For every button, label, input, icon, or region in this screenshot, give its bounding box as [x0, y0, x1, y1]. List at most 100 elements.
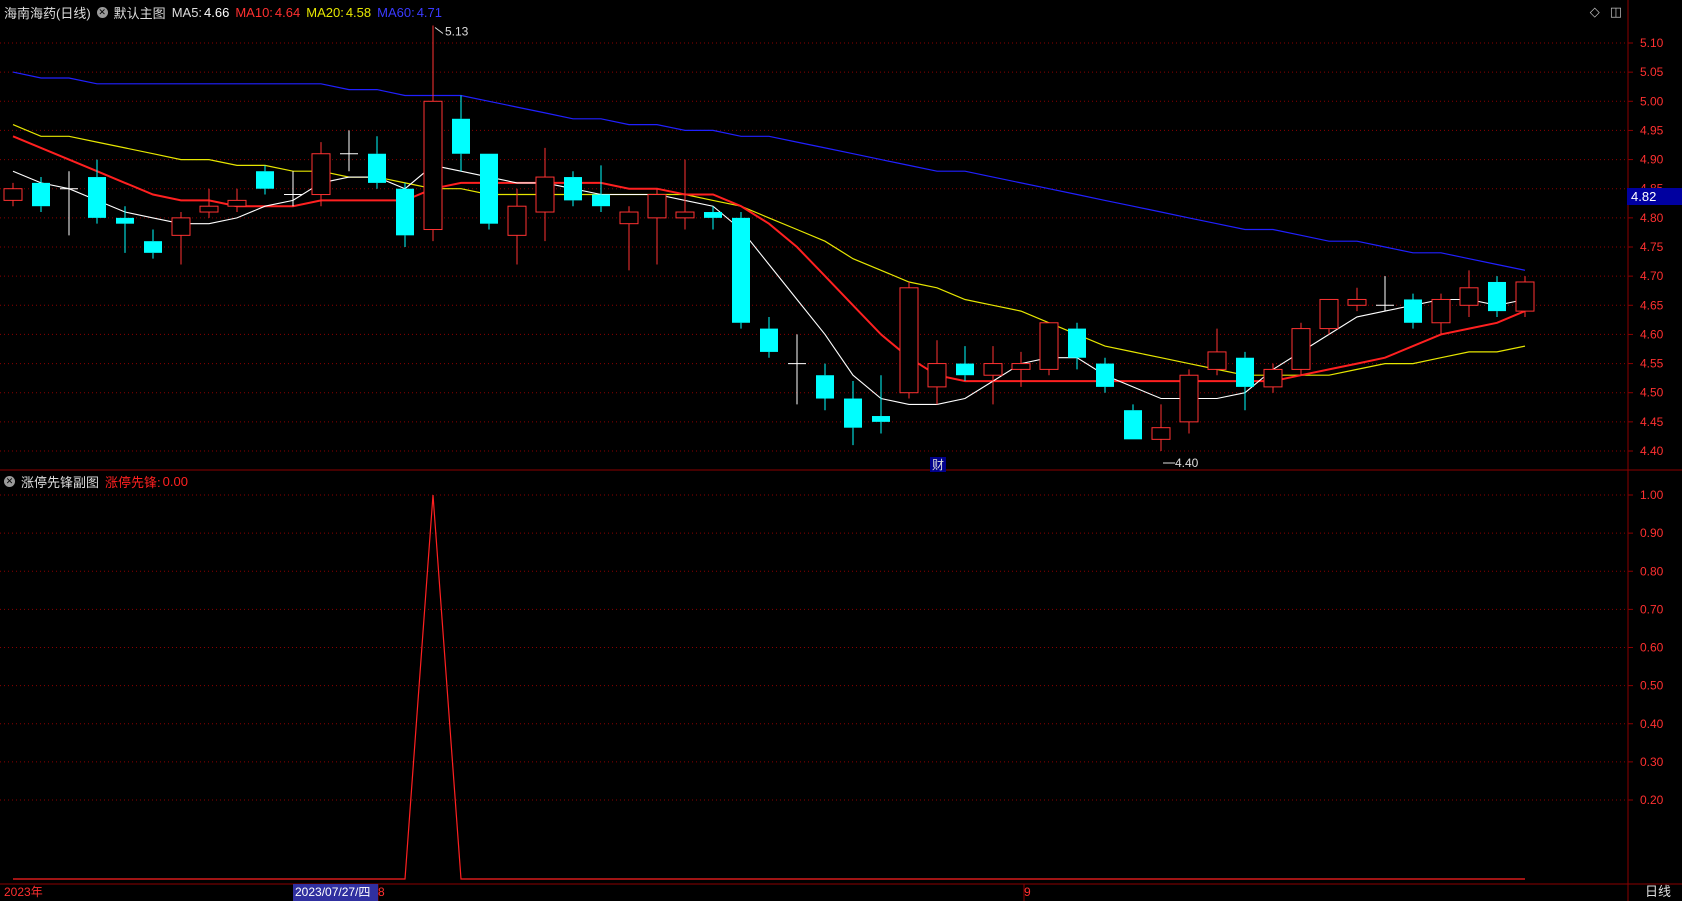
y-tick-label: 0.60 — [1640, 641, 1664, 655]
candle-body — [1151, 427, 1171, 440]
candle-body — [32, 182, 50, 207]
candle — [1039, 322, 1059, 376]
candle — [732, 212, 750, 329]
candle — [1488, 276, 1506, 317]
candle — [1376, 276, 1394, 312]
y-tick-label: 4.50 — [1640, 386, 1664, 400]
y-tick-label: 5.00 — [1640, 94, 1664, 108]
candle — [816, 363, 834, 411]
candle-body — [1096, 363, 1114, 387]
candle-body — [1263, 368, 1283, 388]
candle — [760, 316, 778, 358]
candle-body — [1488, 281, 1506, 312]
candle-body — [535, 176, 555, 213]
ma60-line — [12, 71, 1526, 271]
candle-body — [1459, 287, 1479, 306]
candle — [788, 334, 806, 405]
y-tick-label: 4.60 — [1640, 327, 1664, 341]
candle — [480, 153, 498, 230]
candle — [1319, 298, 1339, 335]
candle-body — [704, 212, 722, 218]
candle — [1151, 404, 1171, 451]
y-tick-label: 4.45 — [1640, 415, 1664, 429]
candle-body — [1291, 328, 1311, 370]
candle-body — [452, 118, 470, 154]
y-tick-label: 0.90 — [1640, 526, 1664, 540]
limit-up-indicator-line — [13, 494, 1525, 880]
stock-chart[interactable]: 5.105.055.004.954.904.854.804.754.704.65… — [0, 0, 1682, 901]
candle-body — [564, 177, 582, 201]
candle — [592, 165, 610, 213]
candle — [564, 171, 582, 207]
candle — [423, 25, 443, 242]
year-label: 2023年 — [4, 885, 43, 899]
candle — [535, 147, 555, 242]
candle-body — [171, 217, 191, 236]
candle-body — [1068, 328, 1086, 358]
candle — [983, 346, 1003, 405]
candle-body — [256, 171, 274, 189]
y-tick-label: 0.30 — [1640, 755, 1664, 769]
candle — [368, 136, 386, 189]
candle-body — [507, 205, 527, 236]
candle-body — [956, 363, 974, 376]
candle — [452, 95, 470, 172]
candle-body — [1039, 322, 1059, 370]
candle — [171, 212, 191, 265]
candle-body — [423, 100, 443, 231]
candle-body — [1011, 363, 1031, 370]
candle — [1068, 322, 1086, 370]
candle — [32, 177, 50, 213]
candle-body — [1404, 299, 1422, 323]
candle-body — [844, 398, 862, 428]
candle — [1236, 351, 1254, 411]
candle-body — [368, 153, 386, 183]
candle — [1263, 363, 1283, 393]
y-tick-label: 4.40 — [1640, 444, 1664, 458]
candle — [1207, 328, 1227, 376]
y-tick-label: 4.95 — [1640, 123, 1664, 137]
y-tick-label: 4.65 — [1640, 298, 1664, 312]
high-arrow — [434, 27, 444, 34]
candle-body — [480, 153, 498, 224]
candle-body — [1431, 298, 1451, 324]
candle-body — [983, 363, 1003, 376]
y-tick-label: 5.10 — [1640, 36, 1664, 50]
y-tick-label: 0.20 — [1640, 793, 1664, 807]
y-tick-label: 0.40 — [1640, 717, 1664, 731]
candle — [1431, 293, 1451, 335]
y-tick-label: 4.75 — [1640, 240, 1664, 254]
candle — [647, 188, 667, 265]
y-tick-label: 4.80 — [1640, 211, 1664, 225]
candle-body — [3, 188, 23, 201]
candle-body — [1515, 281, 1535, 312]
candle-body — [732, 217, 750, 323]
candle-body — [1124, 410, 1142, 440]
candle — [227, 188, 247, 213]
y-tick-label: 0.70 — [1640, 602, 1664, 616]
y-tick-label: 0.50 — [1640, 679, 1664, 693]
candle — [1179, 369, 1199, 434]
month-label-9: 9 — [1024, 885, 1031, 899]
period-button[interactable]: 日线 — [1645, 884, 1671, 899]
candle-body — [816, 375, 834, 399]
candle-body — [872, 416, 890, 422]
candle-body — [647, 194, 667, 219]
candle-body — [396, 188, 414, 236]
candle-body — [899, 287, 919, 394]
candle — [144, 229, 162, 259]
candle — [1124, 404, 1142, 440]
current-price-tag: 4.82 — [1631, 189, 1656, 204]
candle — [899, 281, 919, 399]
y-tick-label: 4.55 — [1640, 357, 1664, 371]
candle — [619, 206, 639, 271]
candle — [340, 130, 358, 172]
candle-body — [927, 363, 947, 388]
candle-body — [199, 205, 219, 213]
y-tick-label: 4.90 — [1640, 153, 1664, 167]
y-tick-label: 4.70 — [1640, 269, 1664, 283]
candle — [956, 346, 974, 382]
candle-body — [88, 177, 106, 218]
event-marker[interactable]: 财 — [932, 458, 944, 472]
candle — [284, 171, 302, 207]
